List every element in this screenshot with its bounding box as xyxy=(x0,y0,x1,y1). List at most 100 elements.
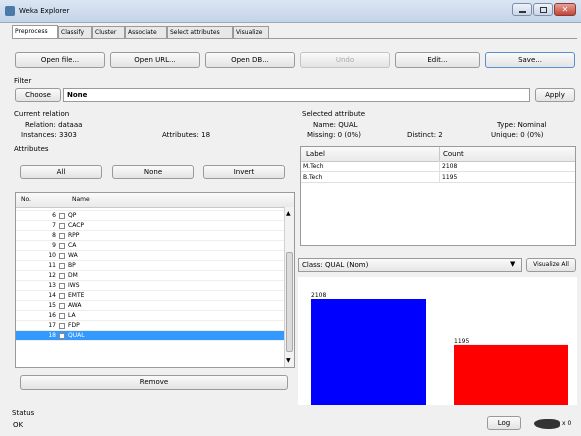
chart-data-label-m-tech: 2108 xyxy=(311,292,326,299)
attribute-type: Type: Nominal xyxy=(497,121,547,129)
label-count-header: Label Count xyxy=(301,147,575,162)
column-divider xyxy=(439,147,440,161)
attributes-scrollbar[interactable]: ▲ ▼ xyxy=(284,207,294,367)
attribute-unique: Unique: 0 (0%) xyxy=(491,131,544,139)
status-text: OK xyxy=(13,421,24,429)
column-header-name[interactable]: Name xyxy=(72,196,90,203)
attribute-checkbox[interactable] xyxy=(59,253,65,259)
table-row[interactable]: 7 CACP xyxy=(16,221,284,231)
attributes-section-label: Attributes xyxy=(14,145,49,153)
label-count-table[interactable]: Label Count M.Tech 2108 B.Tech 1195 xyxy=(300,146,576,246)
tab-select-attributes[interactable]: Select attributes xyxy=(167,26,233,38)
tab-visualize[interactable]: Visualize xyxy=(233,26,269,38)
filter-field[interactable]: None xyxy=(63,88,530,102)
undo-button[interactable]: Undo xyxy=(300,52,390,68)
cell-divider xyxy=(439,161,440,172)
weka-bird-icon xyxy=(534,419,560,429)
table-row[interactable]: 13 IWS xyxy=(16,281,284,291)
table-row[interactable]: 14 EMTE xyxy=(16,291,284,301)
scrollbar-thumb[interactable] xyxy=(286,252,293,352)
open-file-button[interactable]: Open file... xyxy=(15,52,105,68)
attribute-checkbox[interactable] xyxy=(59,333,65,339)
table-row[interactable]: 9 CA xyxy=(16,241,284,251)
task-count: x 0 xyxy=(562,420,572,427)
attribute-missing: Missing: 0 (0%) xyxy=(307,131,361,139)
log-button[interactable]: Log xyxy=(487,416,521,430)
attribute-checkbox[interactable] xyxy=(59,243,65,249)
attribute-checkbox[interactable] xyxy=(59,273,65,279)
class-selector-value: Class: QUAL (Nom) xyxy=(302,261,369,269)
remove-button[interactable]: Remove xyxy=(20,375,288,390)
column-header-label[interactable]: Label xyxy=(306,150,325,158)
attributes-table-header: No. Name xyxy=(16,193,294,208)
open-db-button[interactable]: Open DB... xyxy=(205,52,295,68)
visualize-all-button[interactable]: Visualize All xyxy=(526,258,576,272)
maximize-icon xyxy=(540,7,547,13)
filter-apply-button[interactable]: Apply xyxy=(535,88,575,102)
chart-data-label-b-tech: 1195 xyxy=(454,338,469,345)
minimize-button[interactable] xyxy=(512,3,532,16)
class-selector[interactable]: Class: QUAL (Nom) ▼ xyxy=(298,258,522,272)
attribute-checkbox[interactable] xyxy=(59,313,65,319)
minimize-icon xyxy=(519,11,526,13)
status-section-label: Status xyxy=(12,409,35,417)
weka-app-icon xyxy=(5,6,15,16)
attribute-checkbox[interactable] xyxy=(59,293,65,299)
attributes-count: Attributes: 18 xyxy=(162,131,211,139)
table-row[interactable]: 16 LA xyxy=(16,311,284,321)
tab-cluster[interactable]: Cluster xyxy=(92,26,125,38)
relation-name: Relation: dataaa xyxy=(25,121,83,129)
close-button[interactable]: ✕ xyxy=(554,3,576,16)
table-row[interactable]: 17 FDP xyxy=(16,321,284,331)
class-distribution-chart: 2108 1195 xyxy=(298,277,577,405)
attribute-name: Name: QUAL xyxy=(313,121,358,129)
attribute-checkbox[interactable] xyxy=(59,233,65,239)
tab-divider xyxy=(12,38,577,39)
table-row[interactable]: 6 QP xyxy=(16,211,284,221)
column-header-no[interactable]: No. xyxy=(21,196,31,203)
select-none-button[interactable]: None xyxy=(112,165,194,179)
attribute-checkbox[interactable] xyxy=(59,323,65,329)
table-row[interactable]: 11 BP xyxy=(16,261,284,271)
title-bar: Weka Explorer ✕ xyxy=(0,0,581,23)
attribute-checkbox[interactable] xyxy=(59,223,65,229)
select-all-button[interactable]: All xyxy=(20,165,102,179)
open-url-button[interactable]: Open URL... xyxy=(110,52,200,68)
window-title: Weka Explorer xyxy=(19,7,70,15)
table-row-selected[interactable]: 18 QUAL xyxy=(16,331,284,341)
selected-attribute-section-label: Selected attribute xyxy=(302,110,366,118)
attributes-table[interactable]: No. Name 5 6QP 7CACP 8RPP 9CA 10WA 11BP … xyxy=(15,192,295,368)
cell-divider xyxy=(439,172,440,183)
attribute-checkbox[interactable] xyxy=(59,263,65,269)
save-button[interactable]: Save... xyxy=(485,52,575,68)
instances-count: Instances: 3303 xyxy=(21,131,77,139)
filter-choose-button[interactable]: Choose xyxy=(15,88,61,102)
scroll-up-arrow-icon[interactable]: ▲ xyxy=(286,210,291,217)
invert-selection-button[interactable]: Invert xyxy=(203,165,285,179)
maximize-button[interactable] xyxy=(533,3,553,16)
filter-value: None xyxy=(67,91,88,99)
attribute-checkbox[interactable] xyxy=(59,303,65,309)
chart-bar-b-tech xyxy=(454,344,568,405)
chart-bar-m-tech xyxy=(311,299,426,405)
column-header-count[interactable]: Count xyxy=(443,150,464,158)
scroll-down-arrow-icon[interactable]: ▼ xyxy=(286,357,291,364)
filter-section-label: Filter xyxy=(14,77,32,85)
table-row[interactable]: 10 WA xyxy=(16,251,284,261)
tab-associate[interactable]: Associate xyxy=(125,26,167,38)
tab-preprocess[interactable]: Preprocess xyxy=(12,25,58,38)
attributes-list: 5 6QP 7CACP 8RPP 9CA 10WA 11BP 12DM 13IW… xyxy=(16,207,284,367)
attribute-checkbox[interactable] xyxy=(59,213,65,219)
attribute-checkbox[interactable] xyxy=(59,283,65,289)
table-row[interactable]: 15 AWA xyxy=(16,301,284,311)
edit-button[interactable]: Edit... xyxy=(395,52,480,68)
table-row[interactable]: M.Tech 2108 xyxy=(301,161,575,172)
tab-classify[interactable]: Classify xyxy=(58,26,92,38)
current-relation-section-label: Current relation xyxy=(14,110,70,118)
table-row[interactable]: B.Tech 1195 xyxy=(301,172,575,183)
table-row[interactable]: 8 RPP xyxy=(16,231,284,241)
table-row[interactable]: 12 DM xyxy=(16,271,284,281)
close-icon: ✕ xyxy=(561,5,569,14)
dropdown-arrow-icon[interactable]: ▼ xyxy=(510,260,515,268)
attribute-distinct: Distinct: 2 xyxy=(407,131,443,139)
